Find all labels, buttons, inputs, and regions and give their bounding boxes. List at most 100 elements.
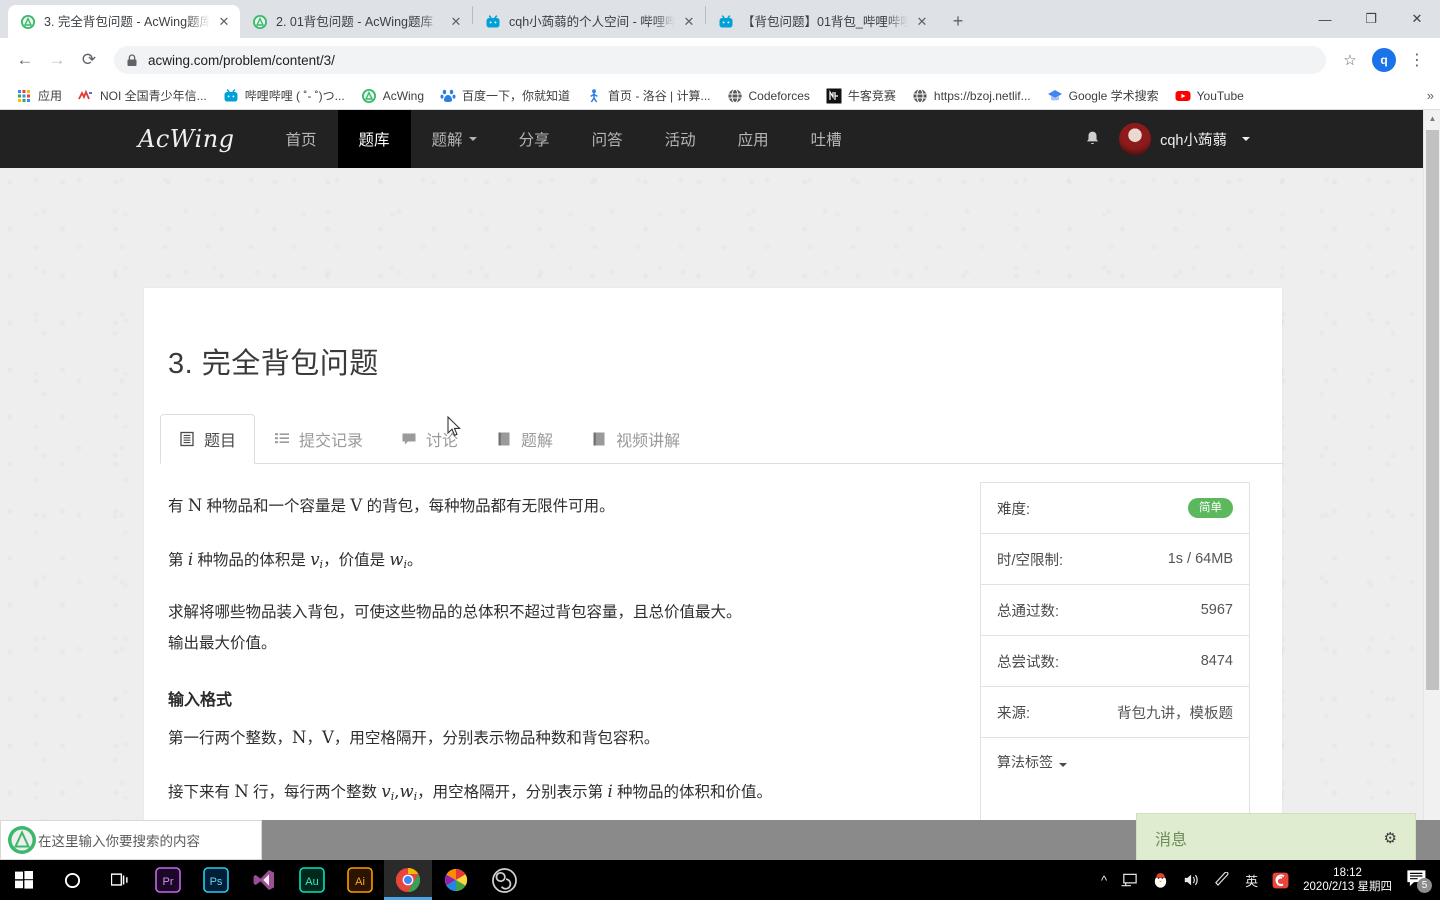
browser-tab-1[interactable]: 2. 01背包问题 - AcWing题库 ✕ xyxy=(240,5,472,38)
youtube-icon xyxy=(1175,90,1191,101)
bookmark-youtube[interactable]: YouTube xyxy=(1169,85,1252,107)
tab-problem[interactable]: 题目 xyxy=(160,414,256,464)
acwing-icon xyxy=(253,14,267,29)
premiere-pro-icon: Pr xyxy=(155,867,181,893)
tab-label: 视频讲解 xyxy=(616,433,681,450)
globe-icon xyxy=(727,88,742,103)
taskbar-color-wheel-app[interactable] xyxy=(432,860,480,900)
close-icon[interactable]: ✕ xyxy=(681,14,697,30)
ime-indicator[interactable]: 英 xyxy=(1245,871,1258,890)
info-row-accepted: 总通过数: 5967 xyxy=(981,585,1249,636)
close-icon[interactable]: ✕ xyxy=(914,14,930,30)
close-window-button[interactable]: ✕ xyxy=(1394,3,1440,35)
taskbar-visual-studio[interactable] xyxy=(240,860,288,900)
tab-editorial[interactable]: 题解 xyxy=(477,414,572,464)
site-header-right: cqh小蒟蒻 xyxy=(1084,123,1440,155)
nav-item-apps[interactable]: 应用 xyxy=(717,110,790,168)
address-bar[interactable]: acwing.com/problem/content/3/ xyxy=(114,46,1326,74)
acwing-desktop-icon[interactable] xyxy=(6,824,38,856)
page-scrollbar[interactable]: ▲ ▼ xyxy=(1423,110,1440,860)
task-view-button[interactable] xyxy=(96,860,144,900)
volume-icon[interactable] xyxy=(1183,872,1201,888)
scholar-icon xyxy=(1047,89,1062,100)
profile-avatar[interactable]: q xyxy=(1372,48,1396,72)
nav-item-share[interactable]: 分享 xyxy=(498,110,571,168)
url-text: acwing.com/problem/content/3/ xyxy=(148,52,335,68)
windows-search-box[interactable]: 在这里输入你要搜索的内容 xyxy=(0,820,262,860)
chevron-down-icon xyxy=(468,137,477,141)
forward-button[interactable]: → xyxy=(42,45,72,75)
close-icon[interactable]: ✕ xyxy=(216,14,232,30)
qq-icon[interactable] xyxy=(1152,872,1169,889)
luogu-icon xyxy=(590,88,598,102)
acwing-logo[interactable]: AcWing xyxy=(138,125,235,153)
nav-item-qa[interactable]: 问答 xyxy=(571,110,644,168)
acwing-icon xyxy=(21,14,35,29)
cortana-button[interactable] xyxy=(48,860,96,900)
scrollbar-thumb[interactable] xyxy=(1426,130,1439,690)
minimize-button[interactable]: — xyxy=(1302,3,1348,35)
gear-icon[interactable]: ⚙ xyxy=(1384,829,1397,847)
bookmark-nowcoder[interactable]: 牛客竞赛 xyxy=(820,84,904,107)
browser-tab-2[interactable]: cqh小蒟蒻的个人空间 - 哔哩哔哩 ✕ xyxy=(473,5,705,38)
user-menu[interactable]: cqh小蒟蒻 xyxy=(1119,123,1250,155)
taskbar-photoshop[interactable]: Ps xyxy=(192,860,240,900)
desc-text: 第一行两个整数， xyxy=(168,730,293,748)
bookmark-baidu[interactable]: 百度一下，你就知道 xyxy=(434,84,578,107)
new-tab-button[interactable]: + xyxy=(944,7,972,35)
bookmark-star-icon[interactable]: ☆ xyxy=(1336,46,1364,74)
close-icon[interactable]: ✕ xyxy=(448,14,464,30)
taskbar-clock[interactable]: 18:12 2020/2/13 星期四 xyxy=(1303,866,1392,895)
taskbar-audition[interactable]: Au xyxy=(288,860,336,900)
back-button[interactable]: ← xyxy=(10,45,40,75)
bookmark-codeforces[interactable]: Codeforces xyxy=(721,85,818,107)
svg-text:Pr: Pr xyxy=(163,876,174,888)
info-label: 总通过数: xyxy=(997,603,1060,620)
nav-item-activity[interactable]: 活动 xyxy=(644,110,717,168)
page-viewport: AcWing 首页 题库 题解 分享 问答 活动 应用 吐槽 cqh小蒟蒻 3.… xyxy=(0,110,1440,860)
nav-item-feedback[interactable]: 吐槽 xyxy=(790,110,863,168)
start-button[interactable] xyxy=(0,860,48,900)
chevron-down-icon xyxy=(1242,137,1250,141)
nav-item-problems[interactable]: 题库 xyxy=(337,110,411,168)
bookmark-noi[interactable]: NOI 全国青少年信... xyxy=(72,84,215,107)
bookmark-apps[interactable]: 应用 xyxy=(10,84,70,107)
scroll-up-arrow-icon[interactable]: ▲ xyxy=(1424,110,1440,127)
input-format-line-2: 接下来有 N 行，每行两个整数 vi,wi，用空格隔开，分别表示第 i 种物品的… xyxy=(168,776,980,808)
bell-icon[interactable] xyxy=(1084,130,1101,148)
network-icon[interactable] xyxy=(1121,873,1138,888)
pen-icon[interactable] xyxy=(1215,872,1231,888)
bookmark-label: AcWing xyxy=(382,88,425,103)
bookmark-bzoj[interactable]: https://bzoj.netlif... xyxy=(906,85,1039,107)
action-center-button[interactable]: 5 xyxy=(1406,869,1432,893)
taskbar-chrome[interactable] xyxy=(384,860,432,900)
browser-toolbar: ← → ⟳ acwing.com/problem/content/3/ ☆ q … xyxy=(0,38,1440,82)
browser-tab-3[interactable]: 【背包问题】01背包_哔哩哔哩 ( ✕ xyxy=(706,5,938,38)
bookmark-bilibili[interactable]: 哔哩哔哩 ( ˚- ˚)つ... xyxy=(217,84,353,107)
taskbar-obs-studio[interactable] xyxy=(480,860,528,900)
windows-taskbar: Pr Ps Au Ai ^ 英 18:12 2020/2/13 星期四 5 xyxy=(0,860,1440,900)
maximize-button[interactable]: ❐ xyxy=(1348,3,1394,35)
svg-text:Ai: Ai xyxy=(355,876,365,888)
nav-item-solutions[interactable]: 题解 xyxy=(411,110,498,168)
algorithm-tags-toggle[interactable]: 算法标签 xyxy=(981,738,1249,788)
bookmarks-overflow-icon[interactable]: » xyxy=(1427,88,1434,103)
bookmark-google-scholar[interactable]: Google 学术搜索 xyxy=(1041,84,1167,107)
bookmark-luogu[interactable]: 首页 - 洛谷 | 计算... xyxy=(580,84,718,107)
chrome-menu-icon[interactable]: ⋮ xyxy=(1404,46,1430,74)
taskbar-premiere-pro[interactable]: Pr xyxy=(144,860,192,900)
desc-text: 种物品的体积是 xyxy=(193,552,311,570)
message-toast[interactable]: 消息 ⚙ xyxy=(1136,813,1416,863)
bookmark-label: 百度一下，你就知道 xyxy=(462,89,571,103)
bookmark-acwing[interactable]: AcWing xyxy=(355,85,432,107)
tab-submissions[interactable]: 提交记录 xyxy=(255,414,382,464)
desc-text: ， xyxy=(306,730,322,748)
sogou-icon[interactable] xyxy=(1272,872,1289,889)
tray-overflow-icon[interactable]: ^ xyxy=(1101,873,1107,888)
desc-text: 接下来有 xyxy=(168,784,235,802)
tab-video[interactable]: 视频讲解 xyxy=(572,414,699,464)
nav-item-home[interactable]: 首页 xyxy=(265,110,338,168)
browser-tab-0[interactable]: 3. 完全背包问题 - AcWing题库 ✕ xyxy=(8,5,240,38)
reload-button[interactable]: ⟳ xyxy=(74,45,104,75)
taskbar-illustrator[interactable]: Ai xyxy=(336,860,384,900)
